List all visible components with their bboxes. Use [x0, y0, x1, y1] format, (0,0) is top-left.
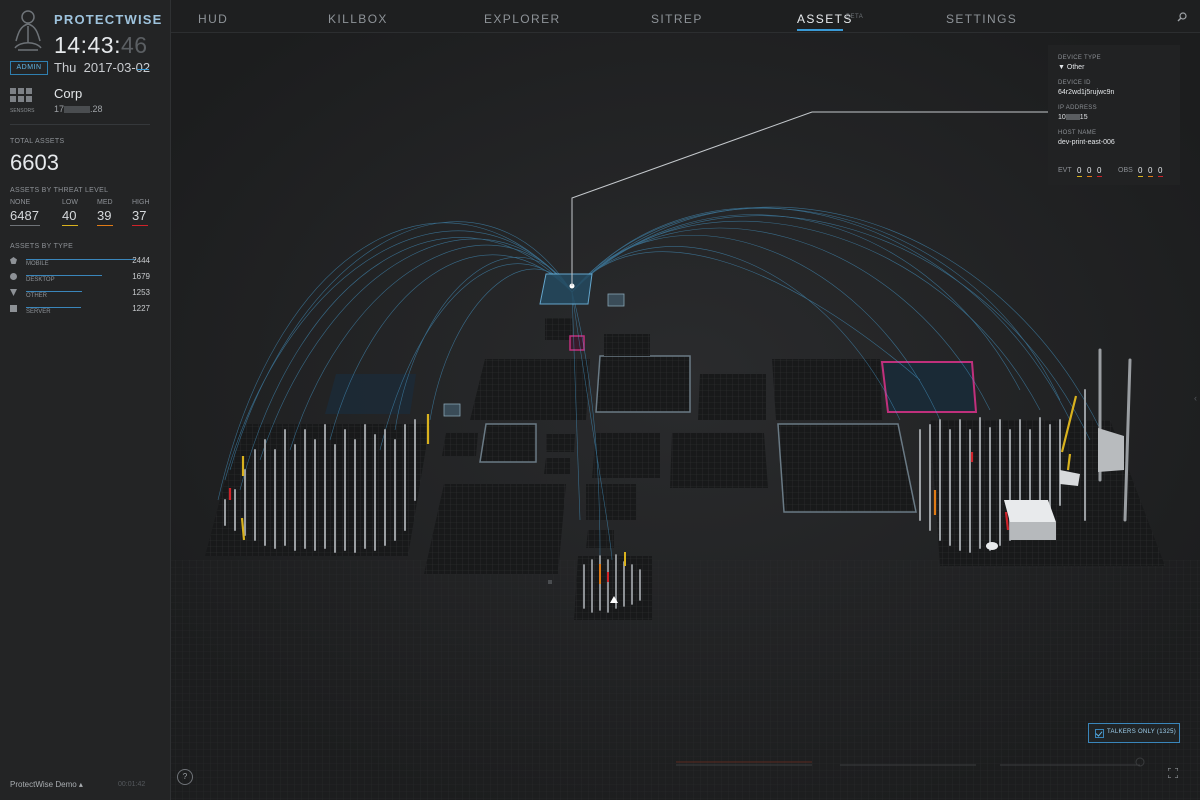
- obs-med: 0: [1148, 166, 1153, 175]
- search-icon[interactable]: [1177, 12, 1187, 22]
- obs-low: 0: [1138, 166, 1143, 175]
- highlighted-node-magenta: [569, 335, 585, 351]
- sensor-ip: 17.28: [54, 104, 103, 114]
- help-button[interactable]: ?: [177, 769, 193, 785]
- brand-name: PROTECTWISE: [54, 12, 163, 27]
- elapsed-time: 00:01:42: [118, 781, 146, 788]
- evt-low-underline: [1077, 176, 1082, 177]
- asset-type-server[interactable]: SERVER 1227: [10, 304, 150, 318]
- device-type-label: DEVICE TYPE: [1058, 55, 1101, 61]
- threat-none[interactable]: NONE 6487: [10, 199, 42, 226]
- nav-explorer[interactable]: EXPLORER: [484, 12, 561, 26]
- type-bar: [26, 275, 102, 276]
- sensors-caption: SENSORS: [10, 108, 35, 114]
- checkbox-checked-icon[interactable]: [1095, 729, 1104, 738]
- host-name-value: dev-print-east-006: [1058, 139, 1115, 146]
- evt-med: 0: [1087, 166, 1092, 175]
- nav-killbox[interactable]: KILLBOX: [328, 12, 388, 26]
- obs-label: OBS: [1118, 167, 1133, 174]
- desktop-icon: [10, 273, 17, 280]
- clock-seconds: 46: [120, 32, 148, 58]
- floor-grid: [171, 560, 1200, 800]
- asset-type-other[interactable]: OTHER 1253: [10, 288, 150, 302]
- asset-cube-small: [548, 580, 552, 584]
- threat-med[interactable]: MED 39: [97, 199, 129, 226]
- other-icon: [10, 289, 17, 296]
- obs-high-underline: [1158, 176, 1163, 177]
- sensors-grid-icon: [10, 88, 34, 104]
- nav-active-indicator: [797, 29, 843, 31]
- device-id-value: 64r2wd1j5rujwc9n: [1058, 89, 1115, 96]
- date: Thu 2017-03-02: [54, 60, 150, 75]
- divider: [10, 124, 150, 125]
- evt-high: 0: [1097, 166, 1102, 175]
- panel-collapse-icon[interactable]: ‹: [1194, 393, 1197, 403]
- sensor-name: Corp: [54, 86, 83, 101]
- nav-assets[interactable]: ASSETS: [797, 12, 853, 26]
- asset-map-3d[interactable]: [171, 33, 1200, 800]
- triangle-down-icon: ▼: [1058, 64, 1065, 71]
- top-nav: HUD KILLBOX EXPLORER SITREP ASSETS SETTI…: [171, 0, 1200, 33]
- type-bar: [26, 259, 136, 260]
- talkers-only-label: TALKERS ONLY (1325): [1107, 729, 1177, 735]
- total-assets-value: 6603: [10, 150, 59, 175]
- meditation-figure-icon: [14, 10, 42, 51]
- server-icon: [10, 305, 17, 312]
- obs-high: 0: [1158, 166, 1163, 175]
- mobile-icon: [10, 257, 17, 264]
- beta-label: BETA: [846, 14, 864, 20]
- admin-badge[interactable]: ADMIN: [10, 61, 48, 75]
- highlighted-block-magenta: [880, 361, 978, 413]
- sidebar: ADMIN PROTECTWISE 14:43:46 Thu 2017-03-0…: [0, 0, 171, 800]
- device-id-label: DEVICE ID: [1058, 80, 1091, 86]
- clock-time: 14:43: [54, 32, 115, 58]
- type-bar: [26, 291, 82, 292]
- nav-settings[interactable]: SETTINGS: [946, 12, 1017, 26]
- brand-header: ADMIN PROTECTWISE 14:43:46 Thu 2017-03-0…: [10, 8, 163, 78]
- nav-hud[interactable]: HUD: [198, 12, 228, 26]
- asset-type-desktop[interactable]: DESKTOP 1679: [10, 272, 150, 286]
- talkers-only-toggle[interactable]: TALKERS ONLY (1325): [1088, 723, 1180, 743]
- date-day: Thu: [54, 60, 77, 75]
- redaction-mask: [64, 106, 91, 114]
- evt-med-underline: [1087, 176, 1092, 177]
- account-menu[interactable]: ProtectWise Demo ▴: [10, 780, 83, 789]
- ip-address-label: IP ADDRESS: [1058, 105, 1097, 111]
- evt-label: EVT: [1058, 167, 1072, 174]
- asset-type-label: ASSETS BY TYPE: [10, 243, 74, 250]
- type-bar: [26, 307, 81, 308]
- total-assets-label: TOTAL ASSETS: [10, 138, 65, 145]
- device-info-panel: DEVICE TYPE ▼ Other DEVICE ID 64r2wd1j5r…: [1048, 45, 1180, 185]
- date-underline: [137, 69, 149, 70]
- threat-high[interactable]: HIGH 37: [132, 199, 164, 226]
- evt-low: 0: [1077, 166, 1082, 175]
- fullscreen-icon[interactable]: [1168, 768, 1178, 778]
- highlighted-block-blue: [325, 374, 416, 414]
- threat-level-label: ASSETS BY THREAT LEVEL: [10, 187, 109, 194]
- date-value: 2017-03-02: [83, 60, 151, 75]
- sensor-selector[interactable]: SENSORS Corp 17.28: [10, 86, 160, 122]
- asset-cube: [443, 403, 461, 417]
- clock: 14:43:46: [54, 32, 148, 58]
- ip-address-value: 10 15: [1058, 114, 1088, 121]
- device-type-value[interactable]: ▼ Other: [1058, 64, 1084, 71]
- nav-sitrep[interactable]: SITREP: [651, 12, 703, 26]
- obs-med-underline: [1148, 176, 1153, 177]
- redaction-mask: [1065, 114, 1080, 121]
- evt-high-underline: [1097, 176, 1102, 177]
- host-name-label: HOST NAME: [1058, 130, 1097, 136]
- asset-type-mobile[interactable]: MOBILE 2444: [10, 256, 150, 270]
- threat-low[interactable]: LOW 40: [62, 199, 94, 226]
- obs-low-underline: [1138, 176, 1143, 177]
